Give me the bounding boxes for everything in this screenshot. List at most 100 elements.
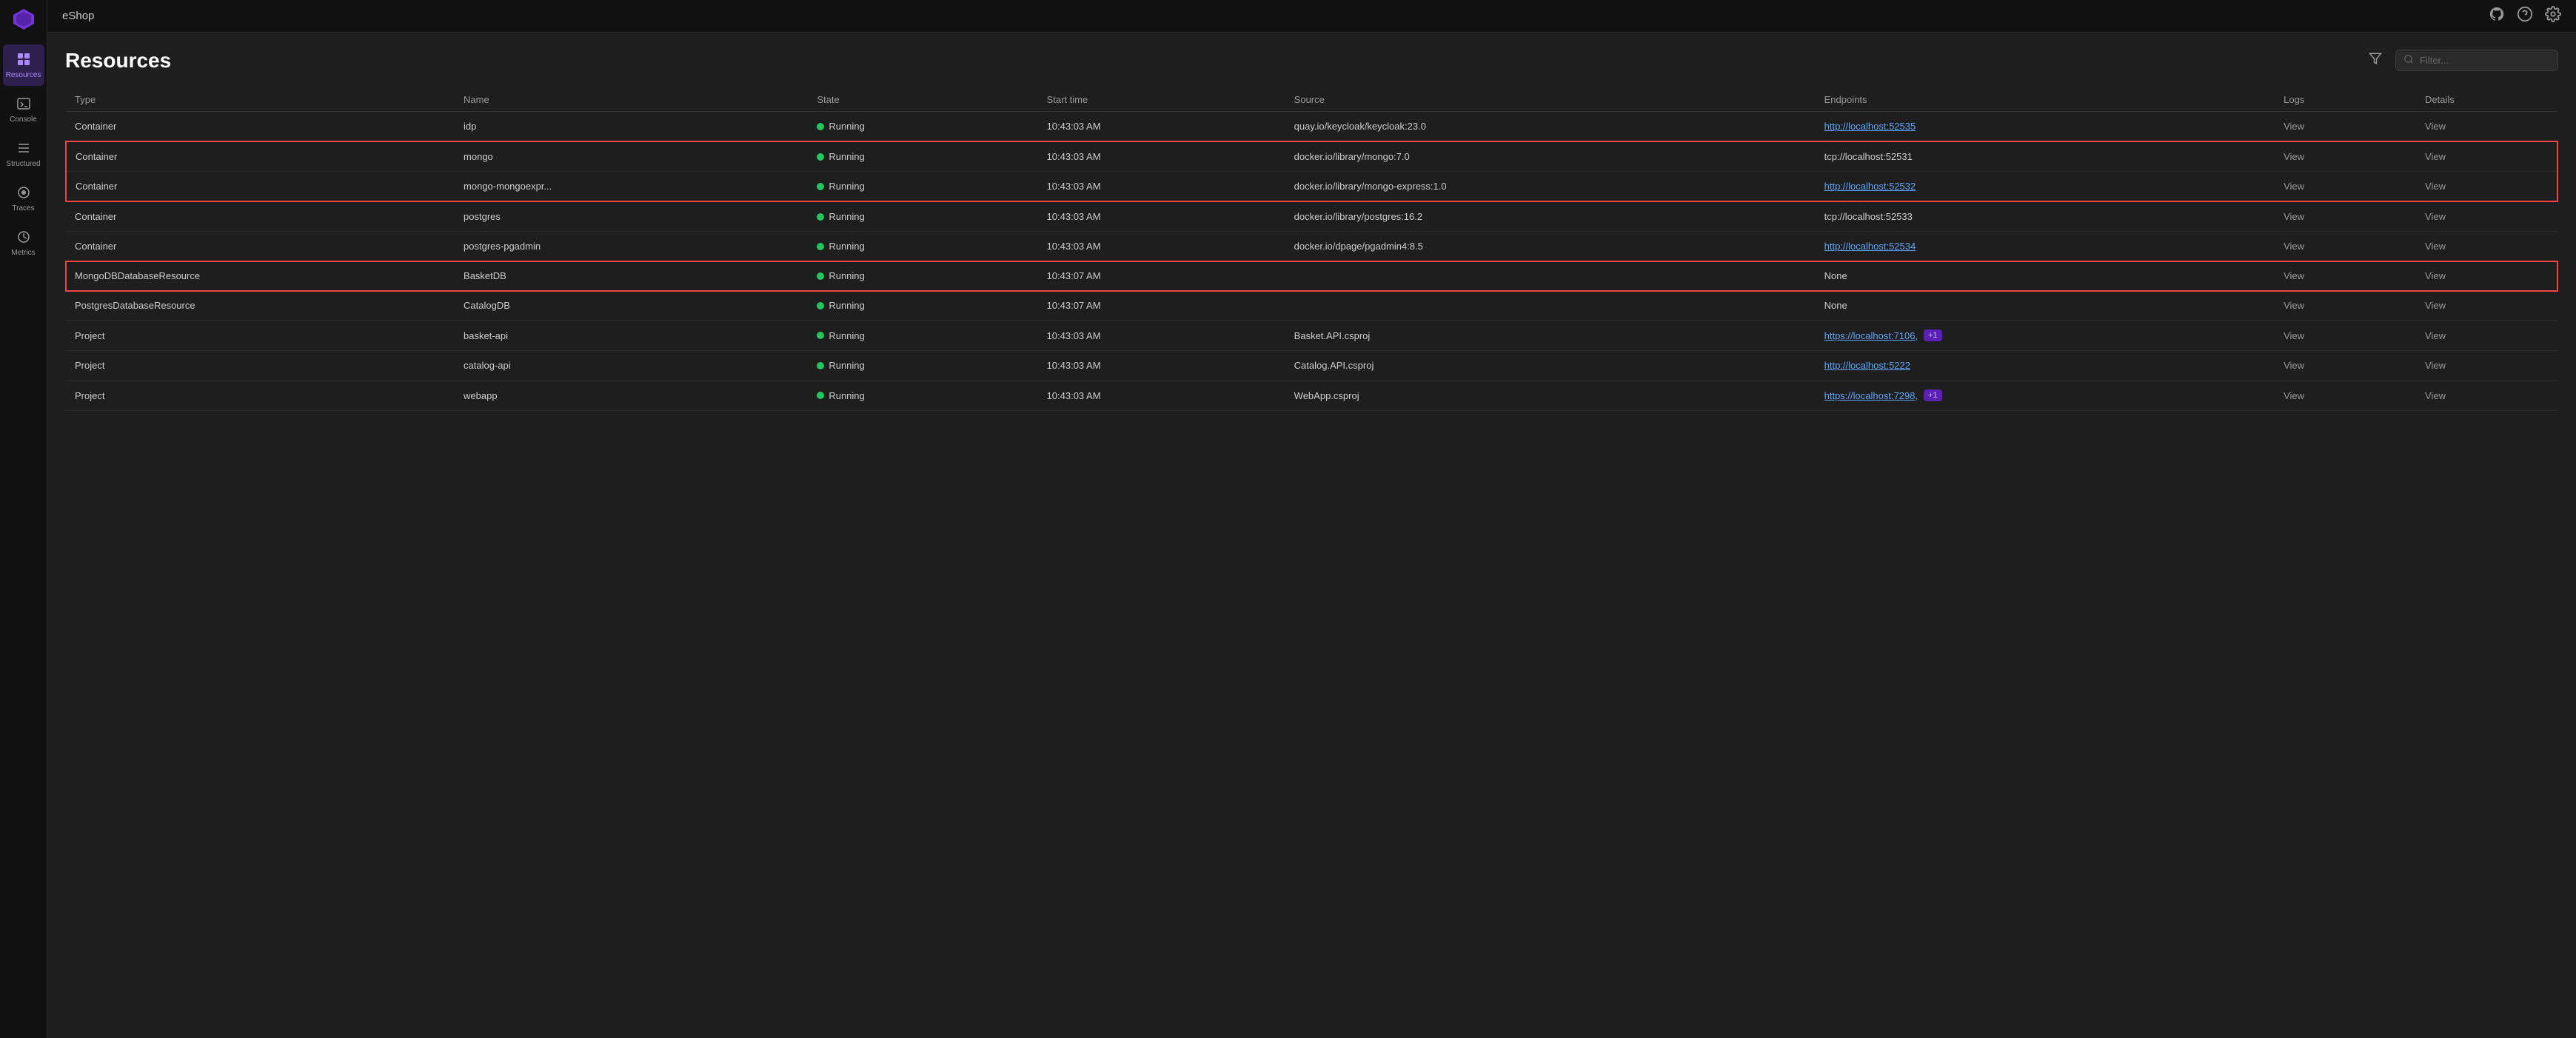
cell-source: docker.io/dpage/pgadmin4:8.5	[1285, 232, 1816, 261]
cell-logs: View	[2275, 381, 2416, 411]
cell-logs: View	[2275, 351, 2416, 381]
cell-endpoints: tcp://localhost:52533	[1816, 201, 2275, 232]
content-area: Resources	[47, 33, 2576, 1038]
endpoint-badge[interactable]: +1	[1924, 329, 1942, 341]
cell-details: View	[2416, 291, 2557, 321]
logs-view-button[interactable]: View	[2284, 330, 2304, 341]
cell-logs: View	[2275, 112, 2416, 142]
details-view-button[interactable]: View	[2425, 270, 2446, 281]
cell-name: CatalogDB	[455, 291, 808, 321]
details-view-button[interactable]: View	[2425, 151, 2446, 162]
endpoint-link[interactable]: https://localhost:7106,	[1824, 330, 1918, 341]
cell-details: View	[2416, 141, 2557, 172]
header-controls	[2364, 47, 2558, 73]
col-header-logs: Logs	[2275, 88, 2416, 112]
cell-endpoints: http://localhost:52535	[1816, 112, 2275, 142]
logs-view-button[interactable]: View	[2284, 151, 2304, 162]
resources-icon	[16, 52, 31, 69]
cell-name: idp	[455, 112, 808, 142]
endpoint-link[interactable]: http://localhost:52534	[1824, 241, 1916, 252]
details-view-button[interactable]: View	[2425, 390, 2446, 401]
sidebar-item-console[interactable]: Console	[3, 89, 44, 130]
cell-type: MongoDBDatabaseResource	[66, 261, 455, 291]
cell-starttime: 10:43:03 AM	[1038, 351, 1285, 381]
topbar-actions	[2489, 6, 2561, 27]
cell-starttime: 10:43:03 AM	[1038, 381, 1285, 411]
cell-state: Running	[808, 321, 1037, 351]
cell-source: Catalog.API.csproj	[1285, 351, 1816, 381]
github-icon[interactable]	[2489, 6, 2505, 27]
cell-endpoints: None	[1816, 261, 2275, 291]
search-icon	[2403, 54, 2414, 67]
status-dot	[817, 302, 824, 309]
details-view-button[interactable]: View	[2425, 241, 2446, 252]
status-text: Running	[829, 121, 864, 132]
cell-name: catalog-api	[455, 351, 808, 381]
logs-view-button[interactable]: View	[2284, 270, 2304, 281]
status-text: Running	[829, 151, 864, 162]
endpoint-badge[interactable]: +1	[1924, 389, 1942, 401]
cell-type: Project	[66, 351, 455, 381]
cell-details: View	[2416, 261, 2557, 291]
endpoint-link[interactable]: https://localhost:7298,	[1824, 390, 1918, 401]
logs-view-button[interactable]: View	[2284, 241, 2304, 252]
cell-name: BasketDB	[455, 261, 808, 291]
details-view-button[interactable]: View	[2425, 181, 2446, 192]
details-view-button[interactable]: View	[2425, 360, 2446, 371]
cell-starttime: 10:43:03 AM	[1038, 201, 1285, 232]
endpoint-link[interactable]: http://localhost:52535	[1824, 121, 1916, 132]
status-dot	[817, 153, 824, 161]
details-view-button[interactable]: View	[2425, 121, 2446, 132]
cell-name: postgres	[455, 201, 808, 232]
sidebar-item-resources[interactable]: Resources	[3, 44, 44, 86]
filter-input[interactable]	[2420, 55, 2550, 66]
sidebar-item-structured[interactable]: Structured	[3, 133, 44, 175]
logs-view-button[interactable]: View	[2284, 390, 2304, 401]
details-view-button[interactable]: View	[2425, 211, 2446, 222]
table-row: Projectbasket-apiRunning10:43:03 AMBaske…	[66, 321, 2557, 351]
settings-icon[interactable]	[2545, 6, 2561, 27]
cell-name: basket-api	[455, 321, 808, 351]
sidebar-item-metrics[interactable]: Metrics	[3, 222, 44, 264]
filter-button[interactable]	[2364, 47, 2386, 73]
endpoint-link[interactable]: http://localhost:52532	[1824, 181, 1916, 192]
cell-starttime: 10:43:07 AM	[1038, 291, 1285, 321]
endpoint-link[interactable]: http://localhost:5222	[1824, 360, 1910, 371]
sidebar-item-traces-label: Traces	[12, 205, 34, 212]
cell-details: View	[2416, 112, 2557, 142]
cell-logs: View	[2275, 321, 2416, 351]
logs-view-button[interactable]: View	[2284, 181, 2304, 192]
search-wrapper	[2395, 50, 2558, 71]
cell-details: View	[2416, 172, 2557, 202]
traces-icon	[16, 185, 31, 202]
cell-starttime: 10:43:03 AM	[1038, 112, 1285, 142]
cell-state: Running	[808, 232, 1037, 261]
cell-logs: View	[2275, 261, 2416, 291]
cell-state: Running	[808, 201, 1037, 232]
cell-type: Container	[66, 112, 455, 142]
cell-name: postgres-pgadmin	[455, 232, 808, 261]
status-dot	[817, 183, 824, 190]
endpoint-text: None	[1824, 270, 1847, 281]
main-content: eShop R	[47, 0, 2576, 1038]
cell-state: Running	[808, 261, 1037, 291]
logs-view-button[interactable]: View	[2284, 121, 2304, 132]
status-text: Running	[829, 181, 864, 192]
cell-source	[1285, 261, 1816, 291]
details-view-button[interactable]: View	[2425, 330, 2446, 341]
logs-view-button[interactable]: View	[2284, 300, 2304, 311]
help-icon[interactable]	[2517, 6, 2533, 27]
cell-state: Running	[808, 112, 1037, 142]
col-header-details: Details	[2416, 88, 2557, 112]
details-view-button[interactable]: View	[2425, 300, 2446, 311]
cell-type: PostgresDatabaseResource	[66, 291, 455, 321]
table-row: Containermongo-mongoexpr...Running10:43:…	[66, 172, 2557, 202]
logs-view-button[interactable]: View	[2284, 360, 2304, 371]
logs-view-button[interactable]: View	[2284, 211, 2304, 222]
cell-source: WebApp.csproj	[1285, 381, 1816, 411]
resources-table: Type Name State Start time Source Endpoi…	[65, 88, 2558, 411]
status-dot	[817, 272, 824, 280]
topbar: eShop	[47, 0, 2576, 33]
sidebar-item-traces[interactable]: Traces	[3, 178, 44, 219]
status-text: Running	[829, 390, 864, 401]
